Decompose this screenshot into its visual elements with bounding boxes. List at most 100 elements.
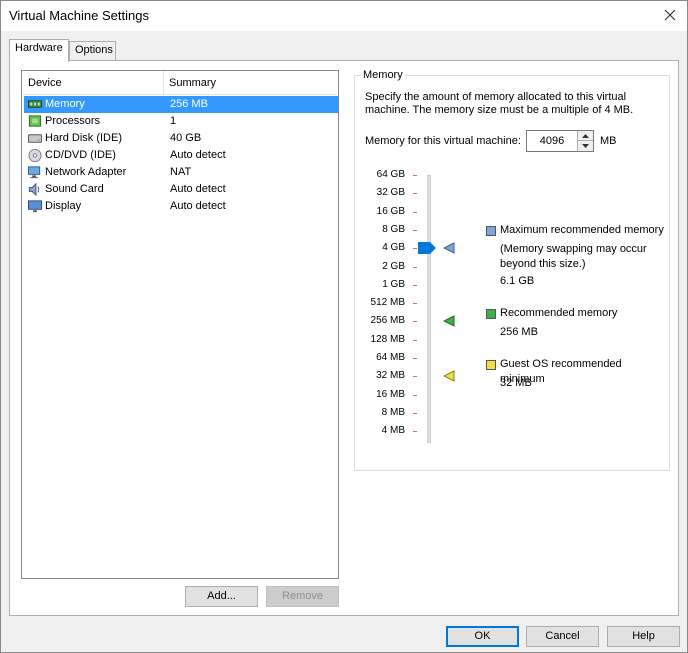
device-row[interactable]: Network Adapter NAT: [24, 164, 338, 181]
device-name: Processors: [45, 115, 101, 127]
device-summary: 1: [170, 115, 177, 127]
memory-description: Specify the amount of memory allocated t…: [365, 91, 634, 116]
tab-hardware[interactable]: Hardware: [9, 39, 69, 62]
scale-tick-mark: [413, 376, 417, 378]
spin-down-button[interactable]: [578, 141, 593, 151]
vm-settings-window: Virtual Machine Settings Hardware Option…: [0, 0, 688, 653]
scale-tick-mark: [413, 303, 417, 305]
scale-tick-label: 256 MB: [370, 315, 405, 327]
scale-tick-label: 2 GB: [382, 260, 405, 272]
scale-tick-mark: [413, 175, 417, 176]
device-list-header: Device Summary: [22, 71, 338, 95]
device-summary: 256 MB: [170, 98, 208, 110]
cd-dvd-icon: [28, 148, 42, 163]
device-row[interactable]: Display Auto detect: [24, 198, 338, 215]
scale-tick-label: 32 MB: [376, 370, 405, 382]
max-memory-value: 6.1 GB: [500, 275, 535, 287]
hard-disk-icon: [27, 134, 43, 143]
max-memory-note: (Memory swapping may occur beyond this s…: [500, 243, 647, 270]
scale-tick-mark: [413, 229, 417, 231]
hardware-tab-panel: Device Summary Memory 256 MB Processors 1 Ha…: [9, 60, 679, 616]
device-row[interactable]: Processors 1: [24, 113, 338, 130]
scale-tick-mark: [413, 321, 417, 323]
recommended-memory-marker-icon: [443, 315, 455, 328]
device-name: Sound Card: [45, 183, 104, 195]
guest-min-marker-icon: [443, 370, 455, 383]
scale-tick-label: 8 GB: [382, 223, 405, 235]
scale-tick-label: 4 MB: [381, 425, 405, 437]
device-name: Network Adapter: [45, 166, 127, 178]
cancel-button[interactable]: Cancel: [526, 626, 599, 647]
scale-tick-mark: [413, 358, 417, 359]
chevron-down-icon: [582, 144, 589, 148]
memory-spinner[interactable]: 4096: [526, 130, 594, 152]
device-summary: Auto detect: [170, 200, 226, 212]
recommended-memory-value: 256 MB: [500, 326, 538, 338]
device-summary: Auto detect: [170, 149, 226, 161]
chevron-up-icon: [582, 134, 589, 138]
processor-icon: [28, 115, 42, 127]
add-button[interactable]: Add...: [185, 586, 258, 607]
column-header-device[interactable]: Device: [28, 77, 62, 89]
scale-tick-label: 16 GB: [376, 205, 405, 217]
memory-icon: [27, 100, 43, 108]
scale-tick-label: 1 GB: [382, 278, 405, 290]
scale-tick-label: 32 GB: [376, 187, 405, 199]
recommended-memory-label: Recommended memory: [500, 307, 618, 319]
max-memory-legend-icon: [486, 226, 496, 236]
guest-min-value: 32 MB: [500, 377, 532, 389]
spin-up-button[interactable]: [578, 131, 593, 141]
help-button[interactable]: Help: [607, 626, 680, 647]
tab-options[interactable]: Options: [69, 41, 116, 61]
spinner-buttons: [577, 131, 593, 151]
scale-tick-label: 16 MB: [376, 388, 405, 400]
guest-min-legend-icon: [486, 360, 496, 370]
device-name: Display: [45, 200, 82, 212]
device-row[interactable]: Memory 256 MB: [24, 96, 338, 113]
memory-input[interactable]: 4096: [527, 135, 577, 147]
column-header-summary[interactable]: Summary: [169, 77, 216, 89]
max-memory-label: Maximum recommended memory: [500, 224, 664, 236]
device-summary: 40 GB: [170, 132, 202, 144]
device-row[interactable]: CD/DVD (IDE) Auto detect: [24, 147, 338, 164]
device-row[interactable]: Sound Card Auto detect: [24, 181, 338, 198]
scale-tick-mark: [413, 412, 417, 414]
memory-unit: MB: [600, 135, 617, 147]
device-summary: NAT: [170, 166, 192, 178]
memory-slider-track[interactable]: [427, 175, 431, 443]
memory-group-label: Memory: [361, 69, 405, 81]
remove-button: Remove: [266, 586, 339, 607]
window-title: Virtual Machine Settings: [9, 8, 149, 23]
scale-tick-mark: [413, 266, 417, 268]
scale-tick-label: 64 MB: [376, 352, 405, 363]
title-bar: Virtual Machine Settings: [1, 1, 687, 31]
scale-tick-label: 128 MB: [370, 333, 405, 345]
device-name: Hard Disk (IDE): [45, 132, 123, 144]
scale-tick-label: 512 MB: [370, 297, 405, 309]
scale-tick-mark: [413, 339, 417, 341]
scale-tick-mark: [413, 193, 417, 195]
scale-tick-label: 64 GB: [376, 169, 405, 180]
ok-button[interactable]: OK: [446, 626, 519, 647]
memory-slider-thumb[interactable]: [417, 241, 437, 255]
sound-card-icon: [28, 182, 40, 197]
device-list[interactable]: Device Summary Memory 256 MB Processors 1 Ha…: [21, 70, 339, 579]
display-icon: [27, 200, 43, 213]
scale-tick-mark: [413, 394, 417, 396]
network-adapter-icon: [27, 166, 41, 179]
device-name: Memory: [45, 98, 85, 110]
device-name: CD/DVD (IDE): [45, 149, 116, 161]
scale-tick-mark: [413, 431, 417, 433]
memory-field-label: Memory for this virtual machine:: [365, 135, 521, 147]
close-icon[interactable]: [661, 6, 679, 24]
scale-tick-label: 8 MB: [381, 406, 405, 418]
scale-tick-mark: [413, 284, 417, 286]
scale-tick-mark: [413, 211, 417, 213]
column-divider[interactable]: [163, 71, 164, 95]
device-row[interactable]: Hard Disk (IDE) 40 GB: [24, 130, 338, 147]
scale-tick-label: 4 GB: [382, 242, 405, 254]
device-summary: Auto detect: [170, 183, 226, 195]
recommended-memory-legend-icon: [486, 309, 496, 319]
max-memory-marker-icon: [443, 242, 455, 254]
memory-group: Memory Specify the amount of memory allo…: [354, 69, 670, 471]
